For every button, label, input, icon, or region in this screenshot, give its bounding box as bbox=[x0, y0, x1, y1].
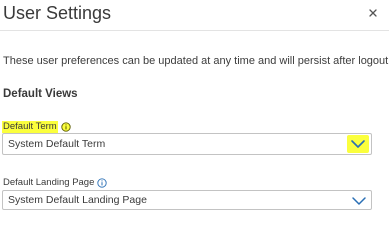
default-landing-page-label-row: Default Landing Page bbox=[3, 177, 108, 189]
info-icon[interactable] bbox=[97, 178, 108, 188]
user-settings-dialog: User Settings These user preferences can… bbox=[0, 0, 389, 225]
dialog-title: User Settings bbox=[3, 3, 112, 23]
default-term-label: Default Term bbox=[2, 121, 58, 133]
default-landing-page-select[interactable]: System Default Landing Page bbox=[2, 190, 372, 210]
header-divider bbox=[0, 30, 389, 31]
section-heading-default-views: Default Views bbox=[3, 88, 78, 100]
info-icon[interactable] bbox=[61, 122, 71, 132]
default-landing-page-selected-value: System Default Landing Page bbox=[8, 194, 147, 206]
default-term-select[interactable]: System Default Term bbox=[2, 133, 372, 155]
chevron-down-icon[interactable] bbox=[351, 194, 367, 208]
default-term-selected-value: System Default Term bbox=[8, 138, 106, 150]
chevron-down-icon[interactable] bbox=[350, 137, 366, 151]
close-icon[interactable] bbox=[366, 6, 380, 20]
default-term-label-row: Default Term bbox=[2, 121, 71, 133]
default-landing-page-label: Default Landing Page bbox=[3, 177, 95, 188]
dialog-description: These user preferences can be updated at… bbox=[3, 55, 389, 67]
